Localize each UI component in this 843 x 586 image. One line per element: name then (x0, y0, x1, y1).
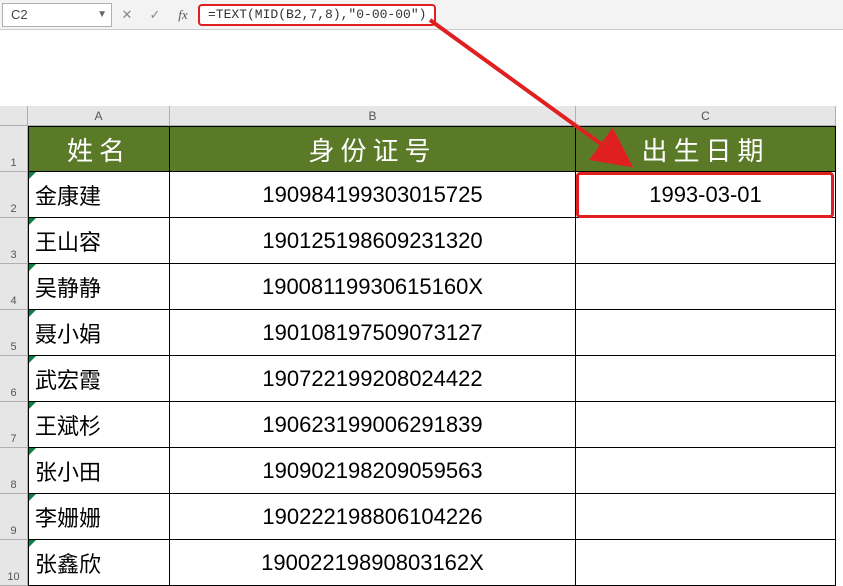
header-cell-name[interactable]: 姓名 (28, 126, 170, 172)
column-header-A[interactable]: A (28, 106, 170, 125)
table-row: 5 聂小娟 190108197509073127 (0, 310, 836, 356)
cell-id[interactable]: 190722199208024422 (170, 356, 576, 402)
cell-birth[interactable] (576, 494, 836, 540)
cell-id[interactable]: 19002219890803162X (170, 540, 576, 586)
cell-birth[interactable] (576, 264, 836, 310)
cell-name[interactable]: 聂小娟 (28, 310, 170, 356)
cell-birth[interactable] (576, 310, 836, 356)
cell-id[interactable]: 190222198806104226 (170, 494, 576, 540)
cell-name[interactable]: 王山容 (28, 218, 170, 264)
cell-birth[interactable] (576, 402, 836, 448)
table-row: 4 吴静静 19008119930615160X (0, 264, 836, 310)
table-row: 6 武宏霞 190722199208024422 (0, 356, 836, 402)
row-number[interactable]: 4 (0, 264, 28, 310)
cell-birth[interactable] (576, 218, 836, 264)
formula-input[interactable]: =TEXT(MID(B2,7,8),"0-00-00") (198, 4, 436, 26)
formula-bar: C2 ▼ ✕ ✓ fx =TEXT(MID(B2,7,8),"0-00-00") (0, 0, 843, 30)
cell-id[interactable]: 190125198609231320 (170, 218, 576, 264)
header-cell-id[interactable]: 身份证号 (170, 126, 576, 172)
formula-text: =TEXT(MID(B2,7,8),"0-00-00") (208, 7, 426, 22)
cancel-icon[interactable]: ✕ (116, 4, 138, 26)
row-number[interactable]: 1 (0, 126, 28, 172)
chevron-down-icon[interactable]: ▼ (97, 9, 107, 20)
table-row: 10 张鑫欣 19002219890803162X (0, 540, 836, 586)
cell-birth[interactable] (576, 540, 836, 586)
column-header-C[interactable]: C (576, 106, 836, 125)
row-number[interactable]: 10 (0, 540, 28, 586)
row-number[interactable]: 6 (0, 356, 28, 402)
cell-name[interactable]: 王斌杉 (28, 402, 170, 448)
table-row: 9 李姗姗 190222198806104226 (0, 494, 836, 540)
row-number[interactable]: 5 (0, 310, 28, 356)
header-cell-birth[interactable]: 出生日期 (576, 126, 836, 172)
cell-birth[interactable] (576, 448, 836, 494)
cell-name[interactable]: 武宏霞 (28, 356, 170, 402)
row-number[interactable]: 9 (0, 494, 28, 540)
formula-controls: ✕ ✓ fx (116, 4, 194, 26)
select-all-corner[interactable] (0, 106, 28, 125)
table-row: 2 金康建 190984199303015725 1993-03-01 (0, 172, 836, 218)
cell-name[interactable]: 张鑫欣 (28, 540, 170, 586)
cell-name[interactable]: 张小田 (28, 448, 170, 494)
cell-id[interactable]: 19008119930615160X (170, 264, 576, 310)
table-row: 8 张小田 190902198209059563 (0, 448, 836, 494)
fx-icon[interactable]: fx (172, 4, 194, 26)
cell-birth[interactable] (576, 356, 836, 402)
cell-id[interactable]: 190108197509073127 (170, 310, 576, 356)
row-number[interactable]: 2 (0, 172, 28, 218)
confirm-icon[interactable]: ✓ (144, 4, 166, 26)
cell-name[interactable]: 吴静静 (28, 264, 170, 310)
name-box[interactable]: C2 ▼ (2, 3, 112, 27)
row-number[interactable]: 8 (0, 448, 28, 494)
column-headers-row: A B C (0, 106, 836, 126)
cell-id[interactable]: 190984199303015725 (170, 172, 576, 218)
cell-id[interactable]: 190623199006291839 (170, 402, 576, 448)
column-header-B[interactable]: B (170, 106, 576, 125)
rows-container: 1 姓名 身份证号 出生日期 2 金康建 190984199303015725 … (0, 126, 836, 586)
cell-birth[interactable]: 1993-03-01 (576, 172, 836, 218)
cell-id[interactable]: 190902198209059563 (170, 448, 576, 494)
name-box-value: C2 (11, 7, 28, 22)
table-row: 3 王山容 190125198609231320 (0, 218, 836, 264)
table-row: 7 王斌杉 190623199006291839 (0, 402, 836, 448)
row-number[interactable]: 3 (0, 218, 28, 264)
cell-name[interactable]: 李姗姗 (28, 494, 170, 540)
header-row: 1 姓名 身份证号 出生日期 (0, 126, 836, 172)
row-number[interactable]: 7 (0, 402, 28, 448)
cell-name[interactable]: 金康建 (28, 172, 170, 218)
